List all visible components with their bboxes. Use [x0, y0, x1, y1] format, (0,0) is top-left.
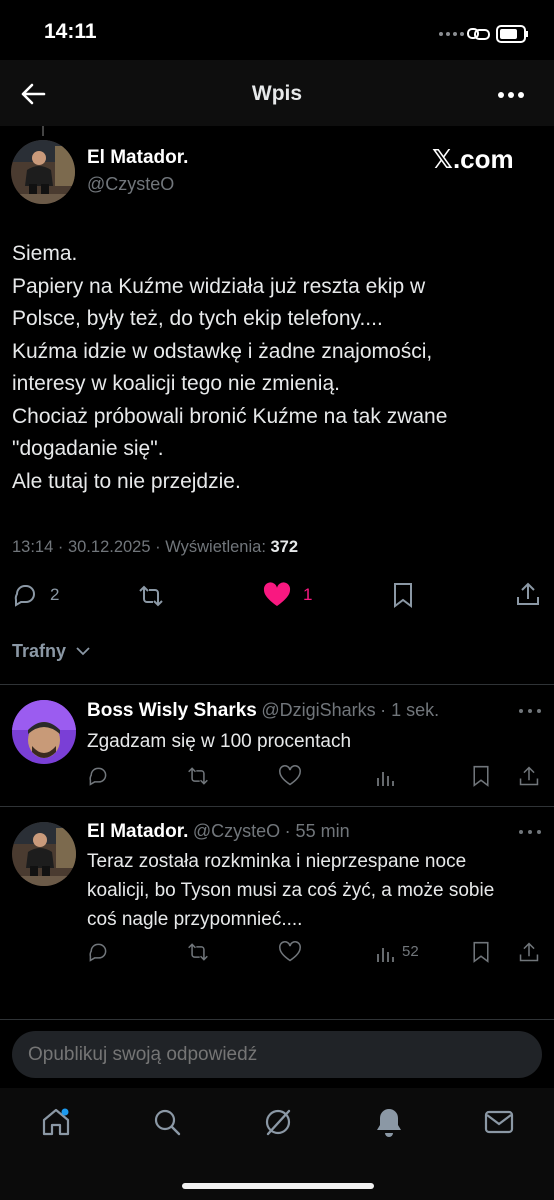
reply-time: · 1 sek.: [380, 700, 440, 720]
home-indicator: [182, 1183, 374, 1189]
post-text: Siema. Papiery na Kuźme widziała już res…: [12, 242, 448, 493]
analytics-icon[interactable]: [375, 942, 395, 964]
divider: [0, 684, 554, 685]
sort-label: Trafny: [12, 641, 67, 661]
reply-button[interactable]: 2: [12, 582, 72, 608]
thread-line: [42, 126, 44, 136]
status-time: 14:11: [44, 20, 97, 43]
reply-text: Zgadzam się w 100 procentach: [87, 731, 352, 752]
messages-icon[interactable]: [483, 1108, 515, 1136]
repost-icon[interactable]: [136, 583, 166, 609]
notifications-icon[interactable]: [374, 1106, 404, 1138]
reply-composer-input[interactable]: [12, 1031, 542, 1078]
author-avatar[interactable]: [11, 140, 75, 204]
reply-author-handle[interactable]: @DzigiSharks: [261, 700, 375, 720]
reply-header: Boss Wisly Sharks @DzigiSharks · 1 sek.: [87, 700, 439, 722]
reply-actions: 52: [87, 941, 542, 965]
reply-icon: [14, 585, 35, 607]
x-watermark: 𝕏.com: [432, 144, 514, 174]
reply-icon[interactable]: [87, 765, 109, 787]
divider: [0, 806, 554, 807]
view-count: 372: [270, 538, 299, 556]
reply-avatar[interactable]: [12, 700, 76, 764]
reply-more-icon[interactable]: [518, 829, 542, 835]
repost-icon[interactable]: [185, 765, 211, 787]
reply-text: Teraz została rozkminka i nieprzespane n…: [87, 851, 495, 930]
post-meta: 13:14 · 30.12.2025 · Wyświetlenia: 372: [12, 538, 298, 557]
author-handle[interactable]: @CzysteO: [87, 174, 174, 195]
author-name[interactable]: El Matador.: [87, 147, 188, 169]
reply-icon[interactable]: [87, 941, 109, 963]
repost-icon[interactable]: [185, 941, 211, 963]
share-icon[interactable]: [515, 581, 541, 607]
reply-author-handle[interactable]: @CzysteO: [193, 821, 280, 841]
heart-icon[interactable]: [278, 941, 302, 963]
reply-count: 2: [50, 585, 60, 604]
share-icon[interactable]: [518, 765, 540, 787]
sort-dropdown[interactable]: Trafny: [12, 641, 91, 662]
heart-icon[interactable]: [278, 765, 302, 787]
more-options-icon[interactable]: [497, 91, 525, 99]
bookmark-icon[interactable]: [471, 765, 491, 787]
home-icon[interactable]: [40, 1106, 72, 1138]
search-icon[interactable]: [152, 1107, 182, 1137]
reply-avatar[interactable]: [12, 822, 76, 886]
reply-actions: [87, 765, 542, 789]
reply-author-name[interactable]: El Matador.: [87, 821, 188, 842]
page-title: Wpis: [251, 82, 303, 105]
heart-filled-icon: [263, 582, 291, 606]
reply-time: · 55 min: [284, 821, 350, 841]
chevron-down-icon: [76, 647, 90, 656]
reply-header: El Matador. @CzysteO · 55 min: [87, 821, 350, 843]
grok-icon[interactable]: [262, 1106, 294, 1138]
reply-more-icon[interactable]: [518, 708, 542, 714]
like-button[interactable]: 1: [263, 582, 323, 608]
bookmark-icon[interactable]: [471, 941, 491, 963]
status-icons: [438, 24, 528, 44]
share-icon[interactable]: [518, 941, 540, 963]
signal-icon: [439, 25, 528, 43]
like-count: 1: [303, 585, 313, 604]
post-timestamp: 13:14 · 30.12.2025 · Wyświetlenia:: [12, 538, 271, 556]
reply-author-name[interactable]: Boss Wisly Sharks: [87, 700, 257, 721]
view-count: 52: [402, 943, 419, 960]
analytics-icon[interactable]: [375, 766, 395, 788]
divider: [0, 1019, 554, 1020]
bookmark-icon[interactable]: [392, 582, 414, 608]
